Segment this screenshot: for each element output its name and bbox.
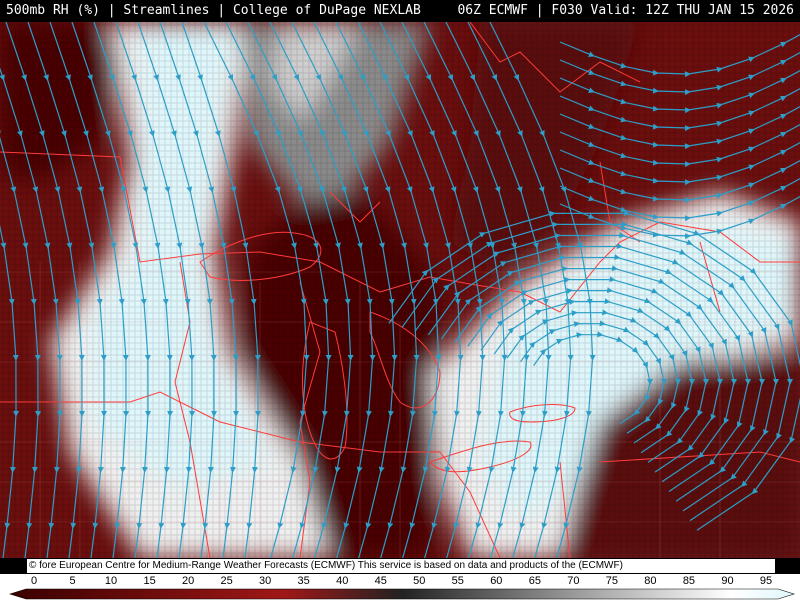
data-credit: © fore European Centre for Medium-Range … (26, 558, 776, 574)
colorbar-tick-label: 5 (69, 575, 76, 587)
colorbar-tick-label: 70 (567, 575, 580, 587)
rh-map (0, 22, 800, 558)
colorbar-tick-label: 95 (759, 575, 773, 587)
colorbar-tick-label: 25 (220, 575, 233, 587)
colorbar-tick-label: 20 (181, 575, 195, 587)
colorbar-tick-label: 40 (336, 575, 349, 587)
colorbar (8, 588, 796, 600)
colorbar-tick-label: 60 (490, 575, 503, 587)
colorbar-ramp (8, 588, 796, 600)
colorbar-tick-label: 30 (259, 575, 272, 587)
valid-time: 06Z ECMWF | F030 Valid: 12Z THU JAN 15 2… (457, 3, 794, 18)
colorbar-tick-label: 10 (104, 575, 118, 587)
colorbar-tick-label: 85 (682, 575, 696, 587)
colorbar-tick-label: 50 (413, 575, 426, 587)
colorbar-tick-label: 45 (374, 575, 387, 587)
colorbar-tick-label: 75 (605, 575, 619, 587)
colorbar-ticks: 0 5 10 15 20 25 30 35 40 45 50 55 60 65 70 75 80 85 90 95 (0, 574, 800, 588)
colorbar-tick-label: 65 (528, 575, 541, 587)
title-bar: 500mb RH (%) | Streamlines | College of … (0, 0, 800, 22)
root: 500mb RH (%) | Streamlines | College of … (0, 0, 800, 600)
colorbar-tick-label: 0 (30, 575, 38, 587)
colorbar-tick-label: 35 (297, 575, 310, 587)
colorbar-tick-label: 80 (644, 575, 657, 587)
colorbar-tick-label: 15 (143, 575, 156, 587)
colorbar-tick-label: 90 (721, 575, 734, 587)
product-title: 500mb RH (%) | Streamlines | College of … (6, 3, 421, 18)
colorbar-tick-label: 55 (451, 575, 464, 587)
